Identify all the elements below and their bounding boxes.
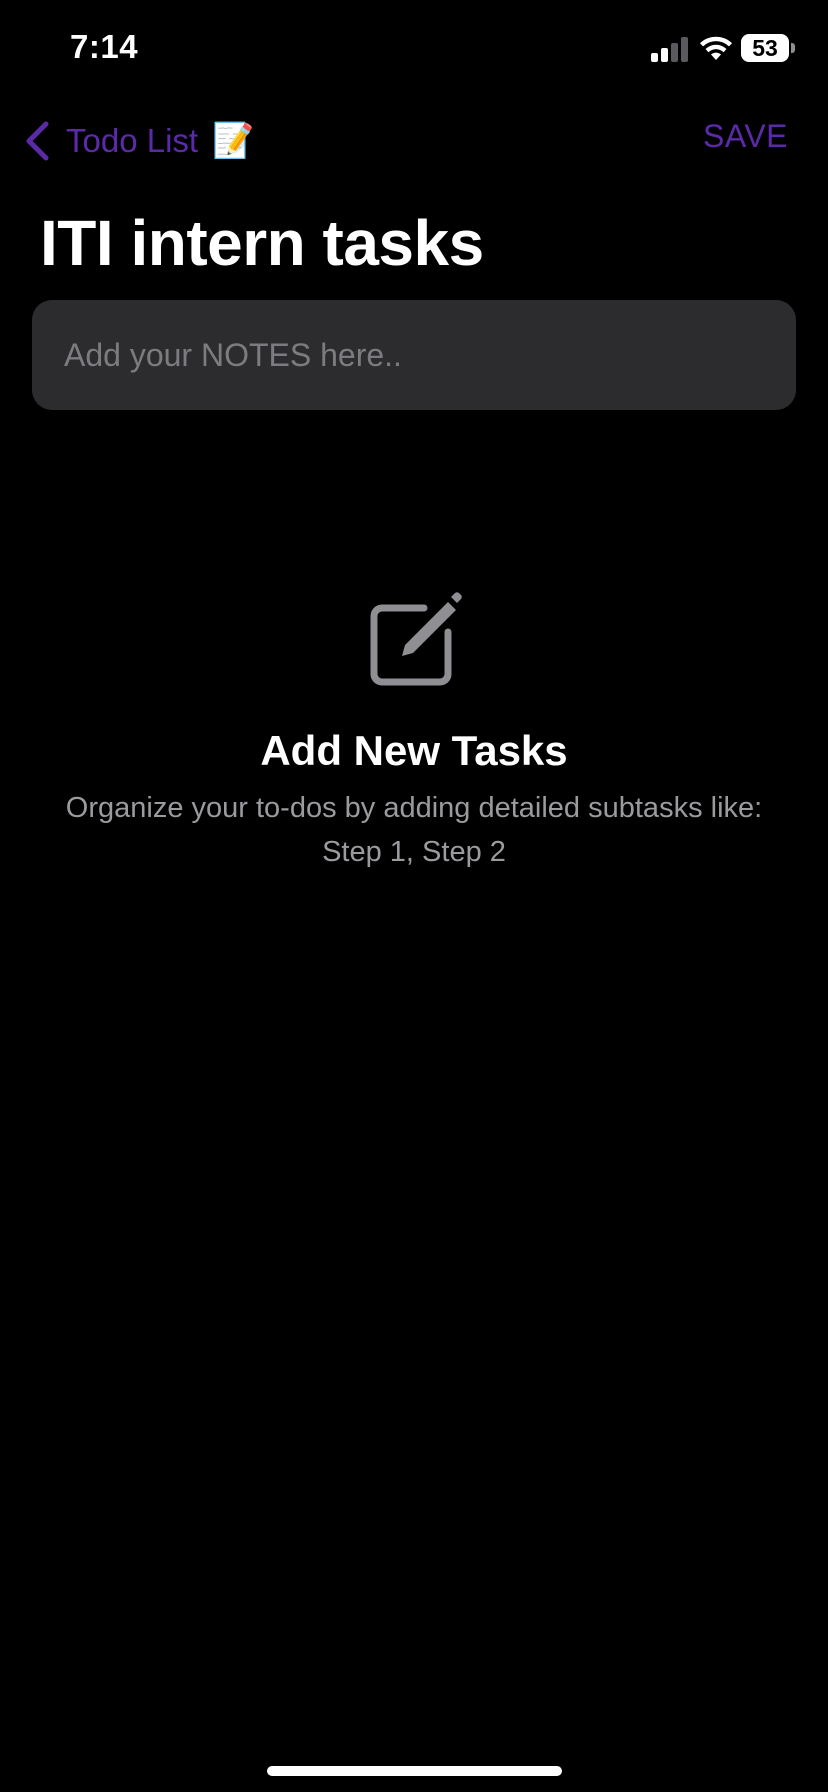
battery-icon: 53	[741, 34, 789, 62]
memo-emoji: 📝	[212, 122, 255, 160]
back-button[interactable]: Todo List 📝	[22, 116, 254, 166]
save-button[interactable]: SAVE	[703, 118, 788, 155]
compose-icon	[370, 592, 462, 686]
cellular-signal-icon	[651, 36, 691, 62]
chevron-left-icon	[26, 121, 49, 161]
wifi-icon	[700, 36, 732, 60]
battery-nub	[791, 43, 795, 53]
status-time: 7:14	[70, 28, 139, 65]
notes-input[interactable]	[32, 300, 796, 410]
empty-state-title: Add New Tasks	[260, 727, 568, 774]
todo-detail-screen: 7:14 53 Todo List 📝 SAVE ITI intern task…	[0, 0, 828, 1792]
page-title: ITI intern tasks	[40, 207, 484, 279]
status-bar: 7:14 53	[0, 0, 828, 100]
home-indicator[interactable]	[267, 1766, 562, 1776]
back-button-label: Todo List	[66, 122, 199, 159]
empty-state-description: Organize your to-dos by adding detailed …	[65, 792, 763, 868]
